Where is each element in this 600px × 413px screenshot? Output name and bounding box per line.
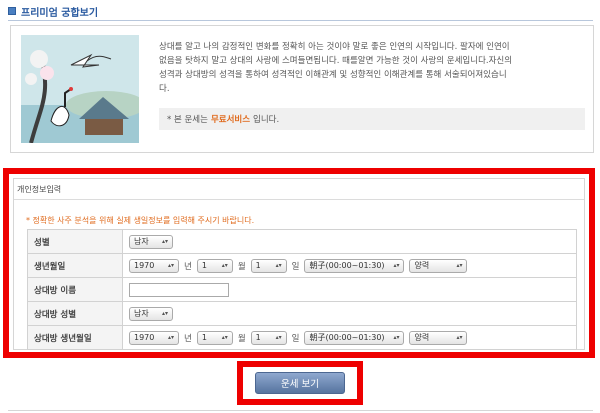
partner-birth-month-select[interactable]: 1 ▴▾ bbox=[196, 330, 233, 345]
day-unit: 일 bbox=[291, 333, 300, 344]
notice-prefix: * 본 운세는 bbox=[167, 115, 208, 125]
page-header: 프리미엄 궁합보기 bbox=[8, 4, 99, 19]
table-row: 상대방 성별 남자 ▴▾ bbox=[27, 301, 577, 326]
intro-line: 다. bbox=[159, 84, 170, 94]
month-unit: 월 bbox=[237, 333, 246, 344]
partner-birth-year-select[interactable]: 1970 ▴▾ bbox=[129, 330, 179, 345]
free-service-notice: * 본 운세는 무료서비스 입니다. bbox=[159, 108, 585, 130]
day-unit: 일 bbox=[291, 261, 300, 272]
partner-birth-hour-select[interactable]: 朝子(00:00~01:30) ▴▾ bbox=[304, 330, 405, 345]
updown-arrow-icon: ▴▾ bbox=[221, 334, 228, 341]
submit-highlight: 운세 보기 bbox=[237, 361, 363, 405]
intro-line: 없음을 탓하지 말고 상대의 사랑에 스며들면됩니다. 때를알면 가능한 것이 … bbox=[159, 56, 513, 66]
header-divider bbox=[8, 20, 593, 21]
accuracy-warning: * 정확한 사주 분석을 위해 실제 생일정보를 입력해 주시기 바랍니다. bbox=[26, 216, 255, 225]
personal-info-highlight: 개인정보입력 * 정확한 사주 분석을 위해 실제 생일정보를 입력해 주시기 … bbox=[3, 168, 595, 358]
updown-arrow-icon: ▴▾ bbox=[167, 334, 174, 341]
page-title: 프리미엄 궁합보기 bbox=[21, 7, 99, 19]
updown-arrow-icon: ▴▾ bbox=[161, 310, 168, 317]
birth-calendar-select[interactable]: 양력 ▴▾ bbox=[409, 258, 468, 273]
year-unit: 년 bbox=[184, 261, 192, 272]
footer-divider bbox=[8, 410, 593, 411]
personal-info-panel: 개인정보입력 * 정확한 사주 분석을 위해 실제 생일정보를 입력해 주시기 … bbox=[13, 178, 585, 350]
partner-gender-label: 상대방 성별 bbox=[27, 301, 123, 326]
birth-month-select[interactable]: 1 ▴▾ bbox=[196, 258, 233, 273]
table-row: 생년월일 1970 ▴▾ 년 1 ▴▾ 월 1 ▴▾ 일 朝子(00:00~01:30… bbox=[27, 253, 577, 278]
notice-suffix: 입니다. bbox=[253, 115, 280, 125]
updown-arrow-icon: ▴▾ bbox=[161, 238, 168, 245]
crane-illustration bbox=[21, 35, 139, 143]
birth-day-select[interactable]: 1 ▴▾ bbox=[250, 258, 287, 273]
notice-free-label: 무료서비스 bbox=[210, 115, 251, 125]
updown-arrow-icon: ▴▾ bbox=[456, 262, 463, 269]
updown-arrow-icon: ▴▾ bbox=[275, 262, 282, 269]
birth-label: 생년월일 bbox=[27, 253, 123, 278]
partner-birth-calendar-select[interactable]: 양력 ▴▾ bbox=[409, 330, 468, 345]
month-unit: 월 bbox=[237, 261, 246, 272]
partner-birth-day-select[interactable]: 1 ▴▾ bbox=[250, 330, 287, 345]
section-title: 개인정보입력 bbox=[17, 185, 62, 194]
birth-hour-select[interactable]: 朝子(00:00~01:30) ▴▾ bbox=[304, 258, 405, 273]
table-row: 상대방 생년월일 1970 ▴▾ 년 1 ▴▾ 월 1 ▴▾ 일 朝子(00:00~0… bbox=[27, 325, 577, 350]
square-bullet-icon bbox=[8, 7, 16, 15]
updown-arrow-icon: ▴▾ bbox=[456, 334, 463, 341]
updown-arrow-icon: ▴▾ bbox=[167, 262, 174, 269]
year-unit: 년 bbox=[184, 333, 192, 344]
partner-name-input[interactable] bbox=[129, 282, 229, 297]
updown-arrow-icon: ▴▾ bbox=[275, 334, 282, 341]
updown-arrow-icon: ▴▾ bbox=[393, 334, 400, 341]
updown-arrow-icon: ▴▾ bbox=[221, 262, 228, 269]
partner-birth-label: 상대방 생년월일 bbox=[27, 325, 123, 350]
intro-line: 성격과 상대방의 성격을 통하여 성격적인 이해관계 및 성향적인 이해관계를 … bbox=[159, 70, 507, 80]
section-divider bbox=[14, 199, 584, 200]
gender-select[interactable]: 남자 ▴▾ bbox=[129, 234, 173, 249]
table-row: 성별 남자 ▴▾ bbox=[27, 229, 577, 254]
intro-panel: 상대를 알고 나의 감정적인 변화를 정확히 아는 것이야 말로 좋은 인연의 … bbox=[10, 25, 594, 153]
personal-info-table: 성별 남자 ▴▾ 생년월일 1970 ▴▾ 년 1 ▴▾ 월 1 ▴▾ 일 朝子… bbox=[27, 229, 577, 350]
view-fortune-button[interactable]: 운세 보기 bbox=[255, 372, 345, 394]
updown-arrow-icon: ▴▾ bbox=[393, 262, 400, 269]
intro-description: 상대를 알고 나의 감정적인 변화를 정확히 아는 것이야 말로 좋은 인연의 … bbox=[159, 40, 587, 96]
partner-name-label: 상대방 이름 bbox=[27, 277, 123, 302]
partner-gender-select[interactable]: 남자 ▴▾ bbox=[129, 306, 173, 321]
birth-year-select[interactable]: 1970 ▴▾ bbox=[129, 258, 179, 273]
intro-line: 상대를 알고 나의 감정적인 변화를 정확히 아는 것이야 말로 좋은 인연의 … bbox=[159, 42, 510, 52]
gender-label: 성별 bbox=[27, 229, 123, 254]
table-row: 상대방 이름 bbox=[27, 277, 577, 302]
